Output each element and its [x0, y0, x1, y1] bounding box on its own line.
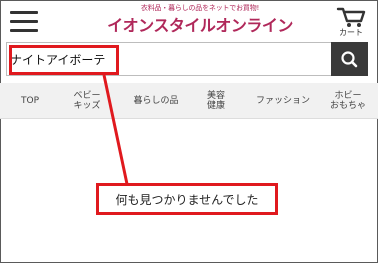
no-results-message: 何も見つかりませんでした [96, 183, 278, 215]
annotation-connector-line [102, 74, 129, 185]
